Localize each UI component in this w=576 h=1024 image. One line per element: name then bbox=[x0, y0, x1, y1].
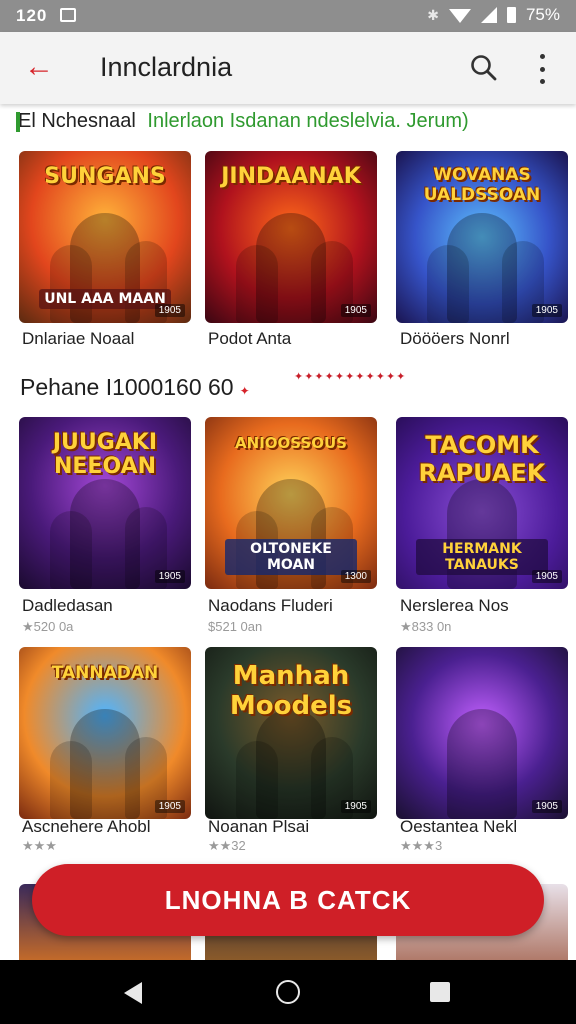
more-options-icon[interactable] bbox=[530, 54, 554, 84]
game-meta: ★★32 bbox=[208, 838, 246, 853]
game-art-title: WOVANAS UALDSSOAN bbox=[423, 165, 541, 205]
page-title: Innclardnia bbox=[100, 52, 233, 82]
game-badge: 1905 bbox=[531, 800, 562, 813]
game-name[interactable]: Nerslerea Nos bbox=[400, 596, 509, 616]
game-badge: 1905 bbox=[531, 570, 562, 583]
game-name[interactable]: Dnlariae Noaal bbox=[22, 329, 134, 349]
game-tile[interactable]: TACOMK RAPUAEK HERMANK TANAUKS 1905 bbox=[396, 417, 568, 589]
system-nav-bar bbox=[0, 960, 576, 1024]
status-time: 120 bbox=[16, 6, 48, 25]
game-name[interactable]: Ascnehere Ahobl bbox=[22, 817, 151, 837]
game-badge: 1905 bbox=[531, 304, 562, 317]
game-meta: ★★★3 bbox=[400, 838, 443, 853]
game-badge: 1905 bbox=[154, 570, 185, 583]
status-bar: 120 ✱ 75% bbox=[0, 0, 576, 32]
section-title: El Nchesnaal bbox=[18, 110, 136, 132]
wifi-icon bbox=[448, 9, 471, 23]
game-tile[interactable]: TANNADAN 1905 bbox=[19, 647, 191, 819]
signal-icon bbox=[480, 7, 497, 23]
game-art-title: TACOMK RAPUAEK bbox=[418, 431, 546, 487]
game-art-title: JINDAANAK bbox=[221, 164, 361, 189]
game-badge: 1905 bbox=[154, 800, 185, 813]
game-art-title: Manhah Moodels bbox=[229, 661, 353, 721]
game-badge: 1905 bbox=[154, 304, 185, 317]
nav-back-icon[interactable] bbox=[124, 982, 142, 1004]
battery-icon bbox=[506, 7, 516, 23]
game-tile[interactable]: WOVANAS UALDSSOAN 1905 bbox=[396, 151, 568, 323]
catch-button[interactable]: LNOHNA B CATCK bbox=[32, 864, 544, 936]
game-tile[interactable]: SUNGANS UNL AAA MAAN 1905 bbox=[19, 151, 191, 323]
game-badge: 1300 bbox=[340, 570, 371, 583]
decorative-divider: ✦✦✦✦✦✦✦✦✦✦✦ bbox=[294, 371, 407, 383]
game-name[interactable]: Dadledasan bbox=[22, 596, 113, 616]
sparkle-icon: ✦ bbox=[239, 384, 250, 398]
vibrate-icon: ✱ bbox=[427, 6, 439, 23]
game-art-title: TANNADAN bbox=[51, 663, 159, 683]
back-arrow-icon[interactable]: ← bbox=[24, 52, 54, 82]
section-subtitle: Inlerlaon Isdanan ndeslelvia. Jerum) bbox=[147, 110, 469, 132]
game-badge: 1905 bbox=[340, 800, 371, 813]
game-name[interactable]: Oestantea Nekl bbox=[400, 817, 517, 837]
notification-icon bbox=[60, 8, 76, 22]
battery-percent: 75% bbox=[525, 5, 560, 24]
game-art-title: JUUGAKI NEEOAN bbox=[52, 430, 158, 479]
game-art-title: ANIOOSSOUS bbox=[235, 434, 347, 452]
section-accent-bar bbox=[16, 112, 20, 132]
game-art-banner: UNL AAA MAAN bbox=[39, 289, 171, 309]
game-art-banner: OLTONEKE MOAN bbox=[225, 539, 357, 575]
game-meta: ★520 0a bbox=[22, 619, 74, 634]
game-tile[interactable]: 1905 bbox=[396, 647, 568, 819]
game-name[interactable]: Podot Anta bbox=[208, 329, 291, 349]
game-meta: ★★★ bbox=[22, 838, 57, 853]
app-bar: ← Innclardnia bbox=[0, 32, 576, 104]
game-meta: $521 0an bbox=[208, 619, 263, 634]
game-meta: ★833 0n bbox=[400, 619, 452, 634]
game-badge: 1905 bbox=[340, 304, 371, 317]
nav-recents-icon[interactable] bbox=[430, 982, 450, 1002]
section-header-popular: Pehane I1000160 60 ✦ bbox=[20, 374, 250, 401]
nav-home-icon[interactable] bbox=[276, 980, 300, 1004]
game-art-banner: HERMANK TANAUKS bbox=[416, 539, 548, 575]
section-title: Pehane I1000160 60 bbox=[20, 374, 234, 400]
game-name[interactable]: Naodans Fluderi bbox=[208, 596, 333, 616]
game-tile[interactable]: Manhah Moodels 1905 bbox=[205, 647, 377, 819]
game-tile[interactable]: JINDAANAK 1905 bbox=[205, 151, 377, 323]
game-name[interactable]: Noanan Plsai bbox=[208, 817, 309, 837]
game-tile[interactable]: ANIOOSSOUS OLTONEKE MOAN 1300 bbox=[205, 417, 377, 589]
search-icon[interactable] bbox=[470, 54, 498, 82]
game-name[interactable]: Döööers Nonrl bbox=[400, 329, 510, 349]
game-art-title: SUNGANS bbox=[44, 164, 166, 189]
section-header-featured: El Nchesnaal Inlerlaon Isdanan ndeslelvi… bbox=[16, 110, 469, 133]
game-tile[interactable]: JUUGAKI NEEOAN 1905 bbox=[19, 417, 191, 589]
